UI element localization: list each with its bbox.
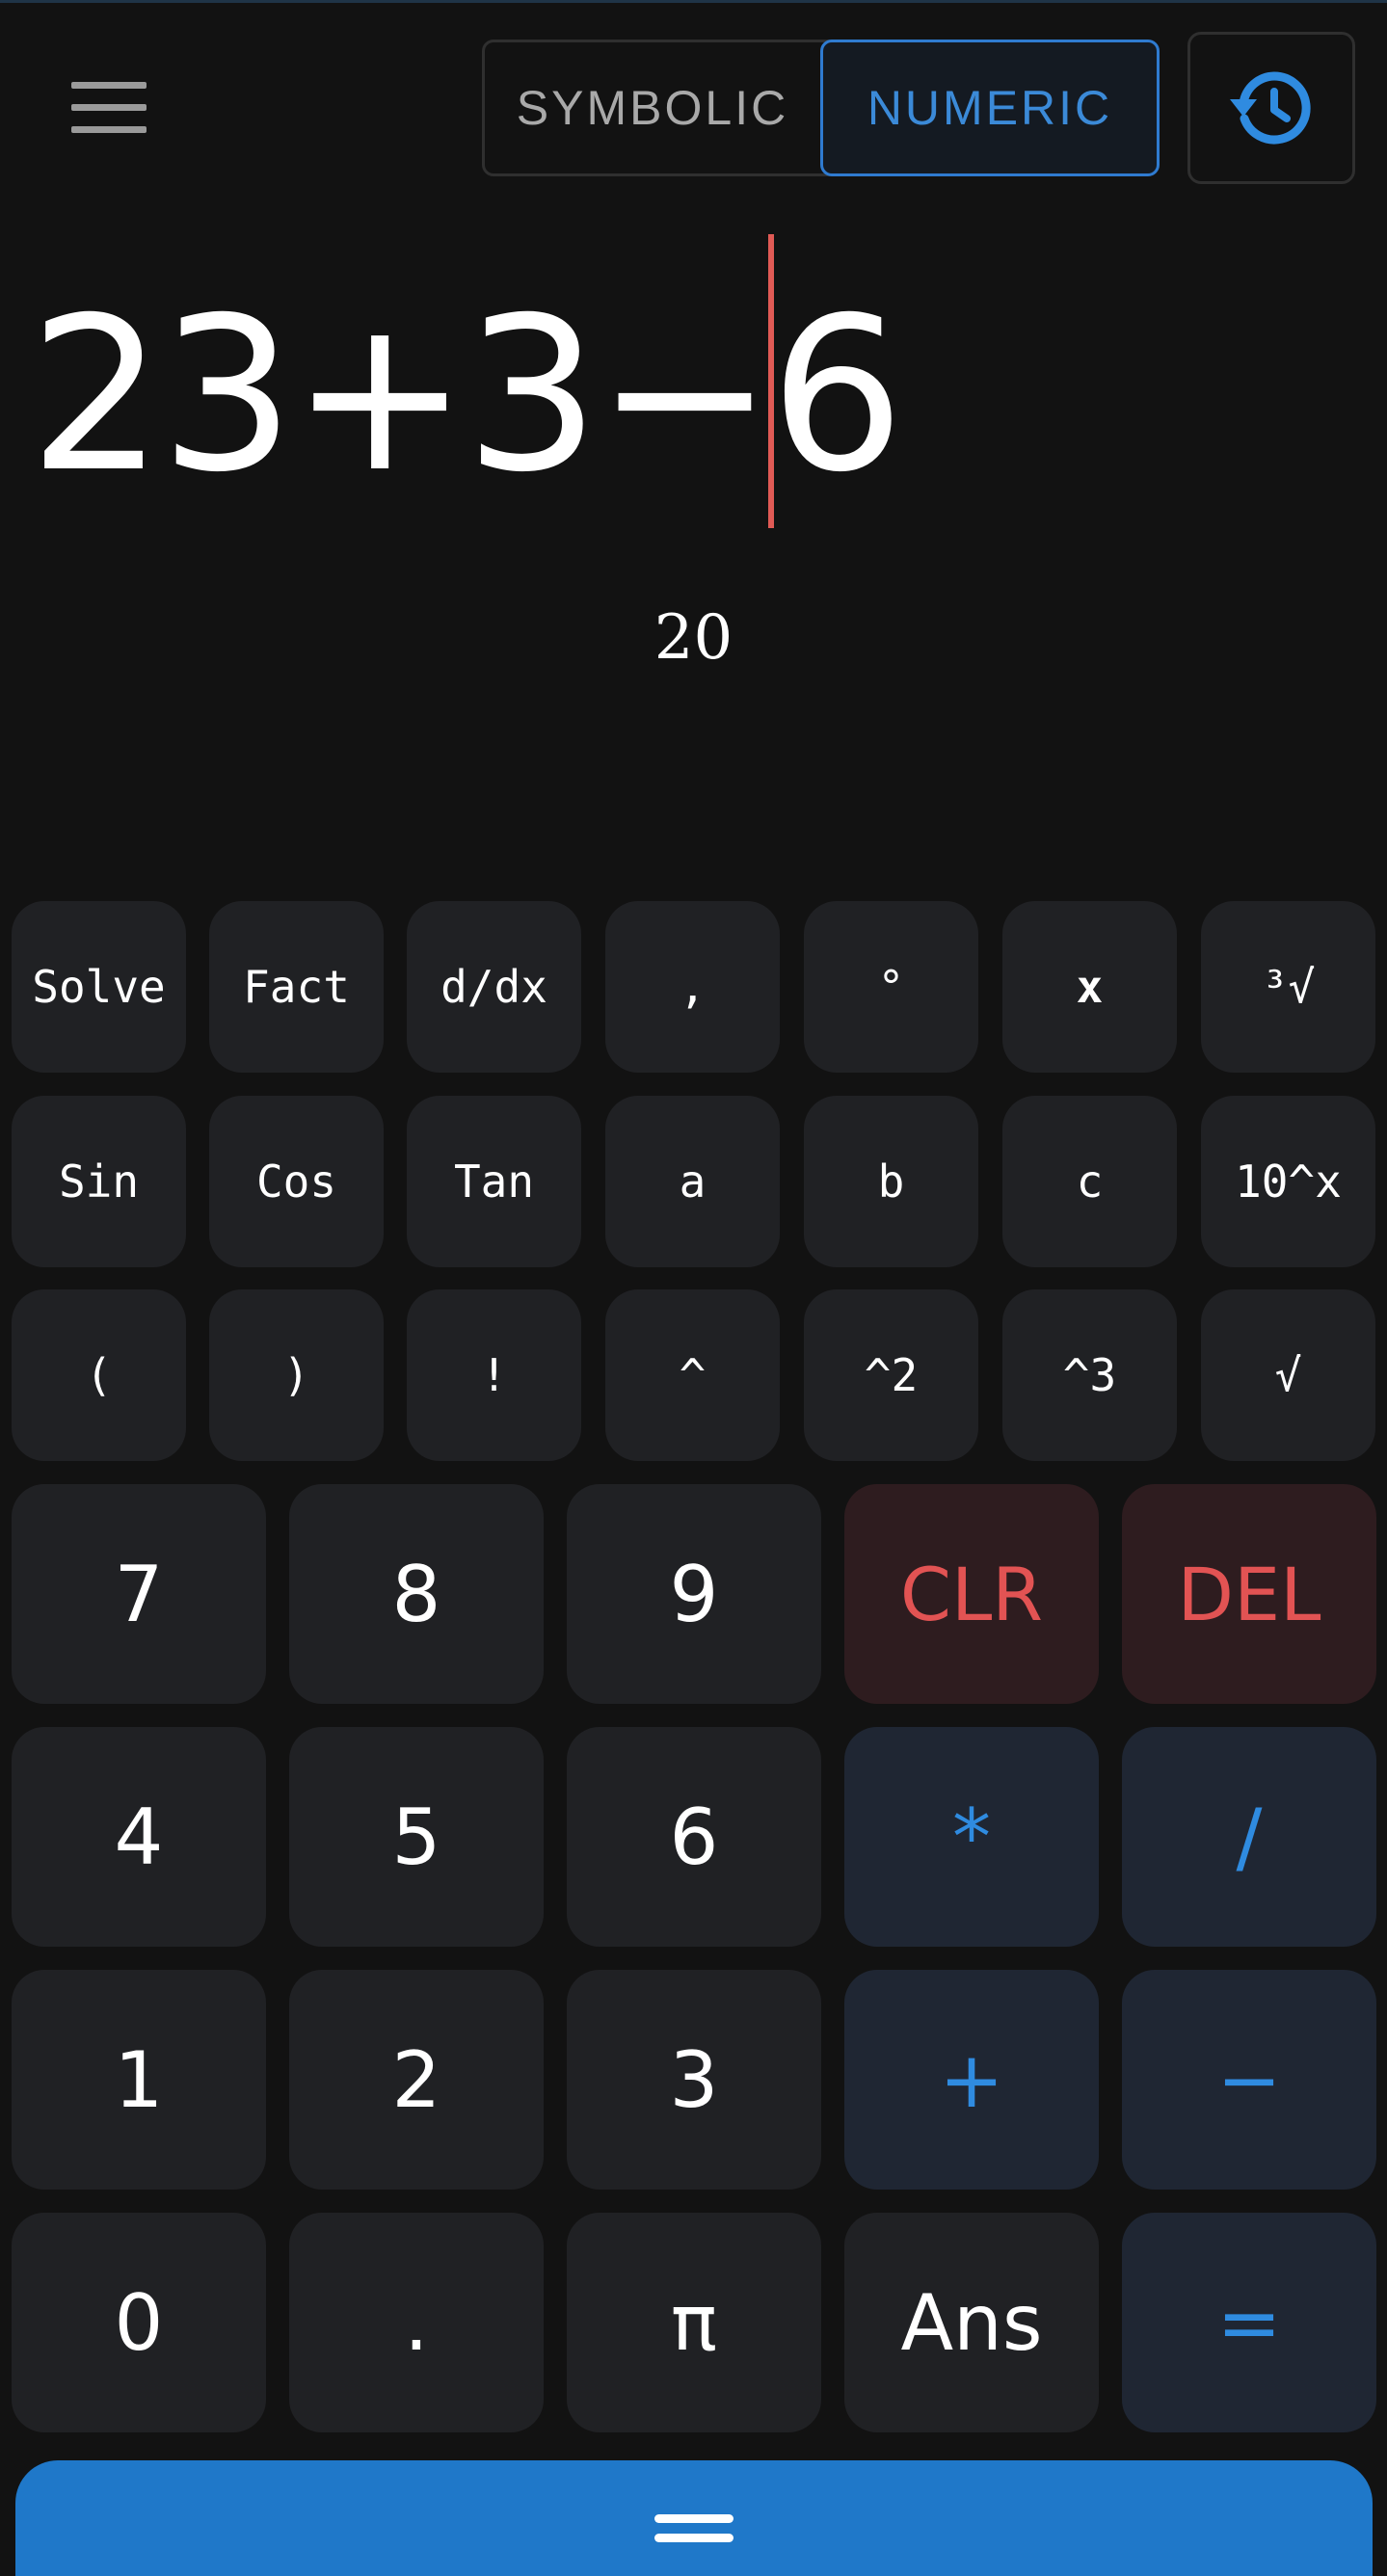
key-cos[interactable]: Cos <box>209 1096 384 1267</box>
key-ans[interactable]: Ans <box>844 2213 1099 2432</box>
key-x[interactable]: x <box>1002 901 1177 1073</box>
symbolic-mode-button[interactable]: SYMBOLIC <box>485 42 820 173</box>
key-close-paren[interactable]: ) <box>209 1289 384 1461</box>
key-2[interactable]: 2 <box>289 1970 544 2190</box>
key-factorial[interactable]: ! <box>407 1289 581 1461</box>
mode-toggle: SYMBOLIC NUMERIC <box>482 40 1160 176</box>
key-6[interactable]: 6 <box>567 1727 821 1947</box>
key-3[interactable]: 3 <box>567 1970 821 2190</box>
delete-button[interactable]: DEL <box>1122 1484 1376 1704</box>
key-solve[interactable]: Solve <box>12 901 186 1073</box>
key-pi[interactable]: π <box>567 2213 821 2432</box>
key-9[interactable]: 9 <box>567 1484 821 1704</box>
key-tan[interactable]: Tan <box>407 1096 581 1267</box>
key-5[interactable]: 5 <box>289 1727 544 1947</box>
key-degree[interactable]: ° <box>804 901 978 1073</box>
key-plus[interactable]: + <box>844 1970 1099 2190</box>
key-sin[interactable]: Sin <box>12 1096 186 1267</box>
history-button[interactable] <box>1187 32 1355 184</box>
key-7[interactable]: 7 <box>12 1484 266 1704</box>
key-comma[interactable]: , <box>605 901 780 1073</box>
key-derivative[interactable]: d/dx <box>407 901 581 1073</box>
key-multiply[interactable]: * <box>844 1727 1099 1947</box>
history-icon <box>1230 71 1311 145</box>
header: SYMBOLIC NUMERIC <box>0 0 1387 193</box>
key-equals[interactable]: = <box>1122 2213 1376 2432</box>
text-cursor <box>768 234 774 528</box>
key-4[interactable]: 4 <box>12 1727 266 1947</box>
key-c[interactable]: c <box>1002 1096 1177 1267</box>
key-b[interactable]: b <box>804 1096 978 1267</box>
clear-button[interactable]: CLR <box>844 1484 1099 1704</box>
numeric-mode-button[interactable]: NUMERIC <box>820 40 1160 176</box>
key-square[interactable]: ^2 <box>804 1289 978 1461</box>
drag-handle-icon <box>654 2514 734 2542</box>
key-0[interactable]: 0 <box>12 2213 266 2432</box>
menu-button[interactable] <box>46 60 172 156</box>
result-display: 20 <box>653 602 734 674</box>
key-fact[interactable]: Fact <box>209 901 384 1073</box>
key-minus[interactable]: − <box>1122 1970 1376 2190</box>
key-1[interactable]: 1 <box>12 1970 266 2190</box>
key-power[interactable]: ^ <box>605 1289 780 1461</box>
key-divide[interactable]: / <box>1122 1727 1376 1947</box>
key-decimal-point[interactable]: . <box>289 2213 544 2432</box>
key-cube[interactable]: ^3 <box>1002 1289 1177 1461</box>
expression-area[interactable]: 23+3−6 <box>0 222 1387 540</box>
hamburger-menu-icon <box>71 82 147 133</box>
bottom-drawer-handle[interactable] <box>15 2460 1373 2576</box>
key-square-root[interactable]: √ <box>1201 1289 1375 1461</box>
key-a[interactable]: a <box>605 1096 780 1267</box>
key-cube-root[interactable]: ³√ <box>1201 901 1375 1073</box>
key-ten-power-x[interactable]: 10^x <box>1201 1096 1375 1267</box>
key-open-paren[interactable]: ( <box>12 1289 186 1461</box>
key-8[interactable]: 8 <box>289 1484 544 1704</box>
